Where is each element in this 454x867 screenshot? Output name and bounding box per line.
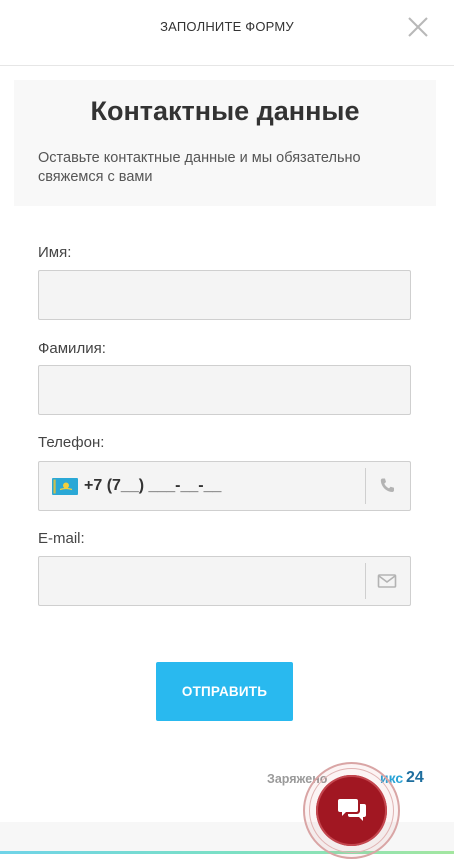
info-title: Контактные данные xyxy=(90,96,360,126)
phone-label: Телефон: xyxy=(38,434,105,451)
last-name-label: Фамилия: xyxy=(38,340,106,357)
phone-field[interactable]: +7 (7__) ___-__-__ xyxy=(38,461,411,511)
submit-button[interactable]: ОТПРАВИТЬ xyxy=(156,662,293,721)
phone-icon xyxy=(380,478,394,492)
close-icon xyxy=(408,17,428,37)
kazakhstan-flag-icon[interactable] xyxy=(52,478,78,495)
phone-divider xyxy=(365,468,366,504)
form-header: ЗАПОЛНИТЕ ФОРМУ xyxy=(0,0,454,66)
info-text: Оставьте контактные данные и мы обязател… xyxy=(38,150,361,185)
info-box: Контактные данные Оставьте контактные да… xyxy=(14,80,436,206)
phone-value: +7 (7__) ___-__-__ xyxy=(84,477,222,494)
chat-widget-button[interactable] xyxy=(316,775,387,846)
last-name-field[interactable] xyxy=(38,365,411,415)
envelope-icon xyxy=(377,574,397,588)
first-name-label: Имя: xyxy=(38,244,72,261)
email-divider xyxy=(365,563,366,599)
bottom-accent-line xyxy=(0,851,454,854)
email-field[interactable] xyxy=(38,556,411,606)
chat-bubbles-icon xyxy=(338,799,366,821)
email-label: E-mail: xyxy=(38,530,85,547)
first-name-field[interactable] xyxy=(38,270,411,320)
close-button[interactable] xyxy=(405,14,431,40)
powered-by-number[interactable]: 24 xyxy=(406,769,424,787)
form-title: ЗАПОЛНИТЕ ФОРМУ xyxy=(160,19,294,34)
